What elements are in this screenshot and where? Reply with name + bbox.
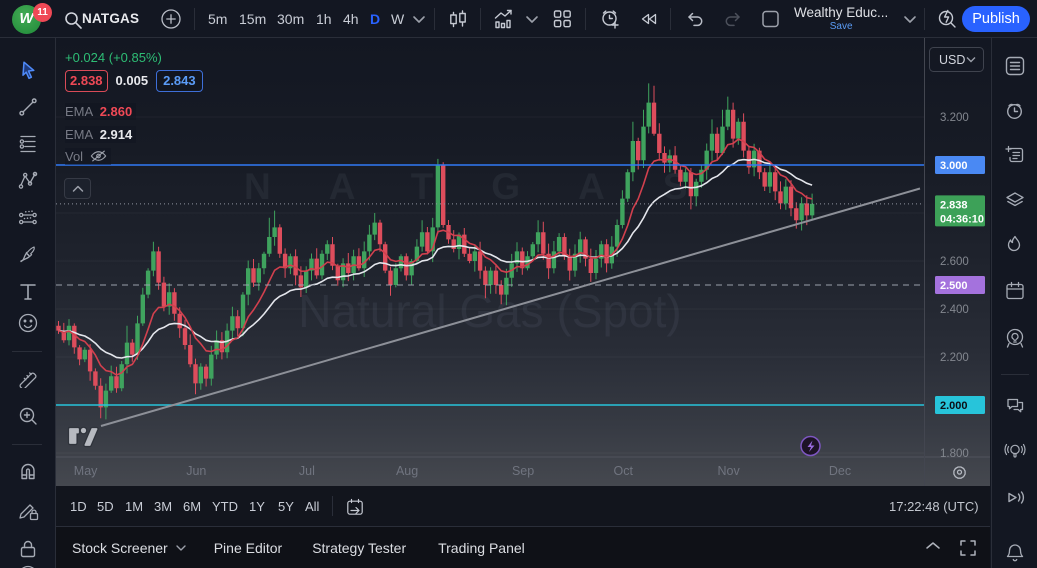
svg-text:May: May: [74, 464, 98, 478]
svg-text:Nov: Nov: [717, 464, 740, 478]
svg-text:2.000: 2.000: [940, 400, 968, 412]
svg-text:Jun: Jun: [186, 464, 206, 478]
svg-text:Dec: Dec: [829, 464, 851, 478]
svg-text:3.000: 3.000: [940, 160, 968, 172]
svg-text:Sep: Sep: [512, 464, 534, 478]
svg-text:Jul: Jul: [299, 464, 315, 478]
svg-text:USD: USD: [939, 53, 965, 67]
svg-text:2.500: 2.500: [940, 280, 968, 292]
svg-text:2.838: 2.838: [940, 199, 968, 211]
svg-text:04:36:10: 04:36:10: [940, 213, 984, 225]
svg-text:Aug: Aug: [396, 464, 418, 478]
svg-text:Oct: Oct: [613, 464, 633, 478]
